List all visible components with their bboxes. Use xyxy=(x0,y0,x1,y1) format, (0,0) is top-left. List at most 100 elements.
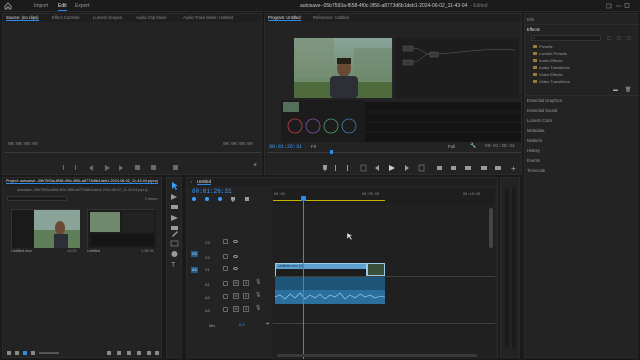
tab-effect-controls[interactable]: Effect Controls xyxy=(52,15,79,20)
lock-icon[interactable] xyxy=(223,294,228,299)
section-lumetri-color[interactable]: Lumetri Color xyxy=(527,118,552,123)
sequence-thumbnail-image xyxy=(88,210,156,248)
step-forward-icon xyxy=(119,165,123,171)
play-icon xyxy=(105,165,110,171)
effect-folder-lumetri-presets[interactable]: Lumetri Presets xyxy=(533,51,567,56)
program-tabbar: Program: Untitled Reference: Untitled xyxy=(265,14,521,22)
yuv-effects-icon[interactable]: ▢ xyxy=(627,35,631,40)
eye-icon[interactable] xyxy=(233,240,238,243)
effect-folder-video-transitions[interactable]: Video Transitions xyxy=(533,79,570,84)
tab-project[interactable]: Project: autosave--05b7593a-f658-4f0c-3f… xyxy=(6,179,158,184)
track-divider xyxy=(273,323,495,324)
quality-dropdown[interactable]: Full xyxy=(448,144,455,149)
info-tab[interactable]: Info xyxy=(527,17,534,22)
work-area-bar[interactable] xyxy=(273,200,385,201)
playhead-handle[interactable] xyxy=(301,196,306,201)
edited-label: - Edited xyxy=(470,3,488,9)
audio-meter-right xyxy=(512,188,516,348)
section-history[interactable]: History xyxy=(527,148,540,153)
eye-icon[interactable] xyxy=(233,267,238,270)
mute-button[interactable]: M xyxy=(233,306,239,312)
section-events[interactable]: Events xyxy=(527,158,540,163)
effects-tab[interactable]: Effects xyxy=(527,27,540,32)
tab-reference[interactable]: Reference: Untitled xyxy=(313,15,349,20)
insert-icon xyxy=(135,165,140,170)
tab-source[interactable]: Source: (no clips) xyxy=(6,15,39,21)
timeline-playhead[interactable] xyxy=(303,196,304,359)
solo-button[interactable]: S xyxy=(243,293,249,299)
slip-tool-icon xyxy=(171,226,178,230)
lock-icon[interactable] xyxy=(223,254,228,259)
video-clip[interactable]: Untitled.mov [V] xyxy=(275,263,367,276)
audio-clip-a1[interactable] xyxy=(275,277,385,304)
source-timecode-out: 00:00:00:00 xyxy=(223,142,253,147)
lock-icon[interactable] xyxy=(223,307,228,312)
menu-import[interactable]: Import xyxy=(34,3,48,9)
home-icon[interactable] xyxy=(4,2,12,10)
timeline-panel: × Untitled 00:01:26:31 00:00 00:05:00 00… xyxy=(186,177,498,359)
project-item-thumb-untitled-sequence[interactable] xyxy=(87,209,156,248)
timeline-vertical-scrollbar[interactable] xyxy=(489,208,493,248)
divider xyxy=(525,95,639,96)
program-scrub-bar[interactable] xyxy=(267,152,521,153)
section-essential-sound[interactable]: Essential Sound xyxy=(527,108,557,113)
mute-button[interactable]: M xyxy=(233,280,239,286)
project-title: autosave--05b7593a-f658-4f0c-3f56-a8773d… xyxy=(300,3,488,9)
section-metadata[interactable]: Metadata xyxy=(527,128,544,133)
effect-folder-audio-effects[interactable]: Audio Effects xyxy=(533,58,563,63)
ruler-label: 00:00 xyxy=(274,193,285,197)
new-bin-icon[interactable]: ▬ xyxy=(613,87,618,93)
menu-edit[interactable]: Edit xyxy=(58,3,67,11)
ripple-edit-tool-icon xyxy=(171,205,178,209)
close-icon[interactable]: × xyxy=(190,179,192,184)
step-forward-icon xyxy=(405,165,409,171)
fit-dropdown[interactable]: Fit xyxy=(311,144,316,149)
solo-button[interactable]: S xyxy=(243,306,249,312)
project-item-thumb-untitled-mov[interactable] xyxy=(11,209,80,248)
solo-button[interactable]: S xyxy=(243,280,249,286)
lock-icon[interactable] xyxy=(223,281,228,286)
settings-wrench-icon[interactable]: 🔧 xyxy=(470,143,476,149)
effect-folder-presets[interactable]: Presets xyxy=(533,44,553,49)
trash-icon[interactable]: 🗑 xyxy=(625,87,631,93)
32bit-effects-icon[interactable]: ▢ xyxy=(617,35,621,40)
section-timecode[interactable]: Timecode xyxy=(527,168,545,173)
video-clip-thumb[interactable] xyxy=(367,263,385,276)
mute-button[interactable]: M xyxy=(233,293,239,299)
source-patch-v1[interactable]: V1 xyxy=(191,251,198,257)
tab-audio-clip-mixer[interactable]: Audio Clip Mixer xyxy=(136,15,167,20)
microphone-icon[interactable]: 🎙 xyxy=(255,305,261,311)
source-add-button-icon[interactable]: + xyxy=(253,162,257,169)
go-to-end-icon[interactable]: ⇥ xyxy=(265,321,269,327)
tab-sequence[interactable]: Untitled xyxy=(197,179,212,185)
lock-icon[interactable] xyxy=(223,239,228,244)
project-search-input[interactable] xyxy=(7,196,67,201)
section-essential-graphics[interactable]: Essential Graphics xyxy=(527,98,562,103)
source-scrub-bar[interactable] xyxy=(5,152,261,153)
accelerated-effects-icon[interactable]: ▢ xyxy=(607,35,611,40)
effect-folder-audio-transitions[interactable]: Audio Transitions xyxy=(533,65,570,70)
clip-label: Untitled.mov [V] xyxy=(278,264,304,268)
tab-lumetri-scopes[interactable]: Lumetri Scopes xyxy=(93,15,122,20)
mix-value[interactable]: 0.0 xyxy=(239,322,245,327)
menu-export[interactable]: Export xyxy=(75,3,89,9)
section-markers[interactable]: Markers xyxy=(527,138,542,143)
window-controls xyxy=(606,3,630,9)
tab-audio-track-mixer[interactable]: Audio Track Mixer: Untitled xyxy=(183,15,233,20)
eye-icon[interactable] xyxy=(233,255,238,258)
right-panel: Info Effects ⌕ ▢ ▢ ▢ Presets Lumetri Pre… xyxy=(524,13,639,358)
tab-program[interactable]: Program: Untitled xyxy=(268,15,301,21)
microphone-icon[interactable]: 🎙 xyxy=(255,279,261,285)
effect-folder-video-effects[interactable]: Video Effects xyxy=(533,72,562,77)
source-patch-a1[interactable]: A1 xyxy=(191,267,198,273)
program-timecode[interactable]: 00:01:26:31 xyxy=(269,144,302,150)
lock-icon[interactable] xyxy=(223,266,228,271)
program-playhead[interactable] xyxy=(330,150,333,154)
timeline-timecode[interactable]: 00:01:26:31 xyxy=(192,188,232,195)
microphone-icon[interactable]: 🎙 xyxy=(255,292,261,298)
mouse-cursor-icon xyxy=(347,233,353,241)
icon-view-icon xyxy=(23,351,27,355)
timeline-horizontal-scrollbar[interactable] xyxy=(277,354,477,357)
effects-search-input[interactable]: ⌕ xyxy=(531,35,601,41)
timeline-ruler[interactable] xyxy=(273,188,495,204)
